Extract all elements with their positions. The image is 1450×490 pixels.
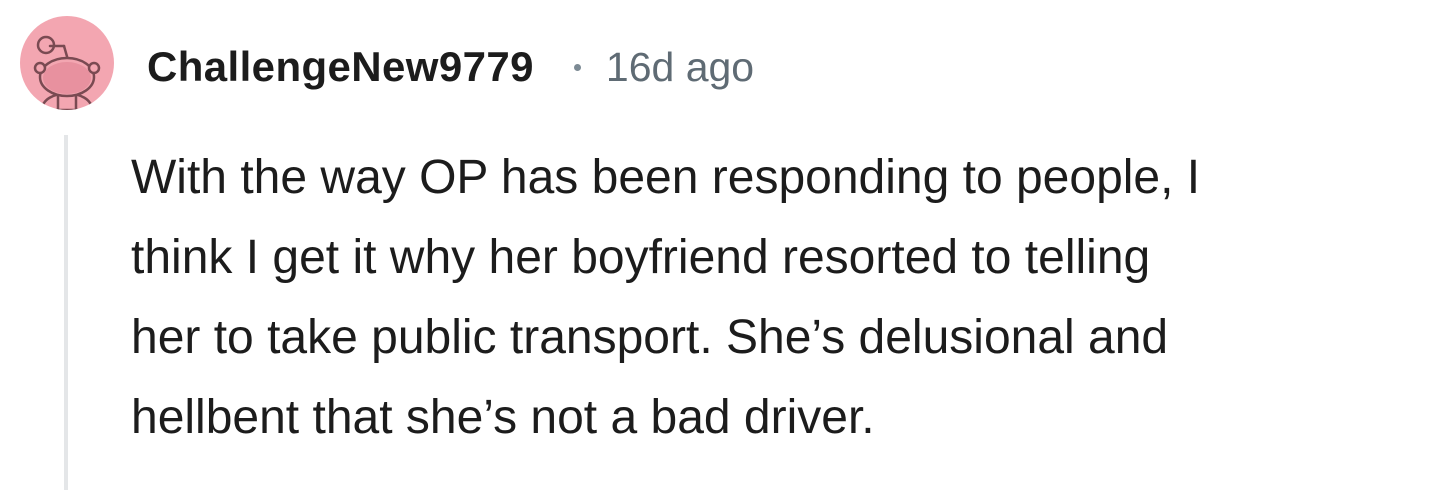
comment: ChallengeNew9779 16d ago With the way OP… [0, 0, 1450, 490]
comment-header: ChallengeNew9779 16d ago [147, 41, 754, 93]
comment-body-line: her to take public transport. She’s delu… [131, 311, 1169, 364]
separator-dot-icon [573, 63, 581, 71]
thread-line[interactable] [64, 135, 68, 490]
comment-body-line: think I get it why her boyfriend resorte… [131, 231, 1151, 284]
comment-body-line: hellbent that she’s not a bad driver. [131, 391, 875, 444]
reddit-snoo-avatar-icon [33, 35, 101, 110]
username-link[interactable]: ChallengeNew9779 [147, 43, 534, 91]
comment-body: With the way OP has been responding to p… [131, 138, 1431, 458]
comment-timestamp[interactable]: 16d ago [606, 44, 754, 91]
comment-body-line: With the way OP has been responding to p… [131, 151, 1201, 204]
user-avatar[interactable] [20, 16, 114, 110]
